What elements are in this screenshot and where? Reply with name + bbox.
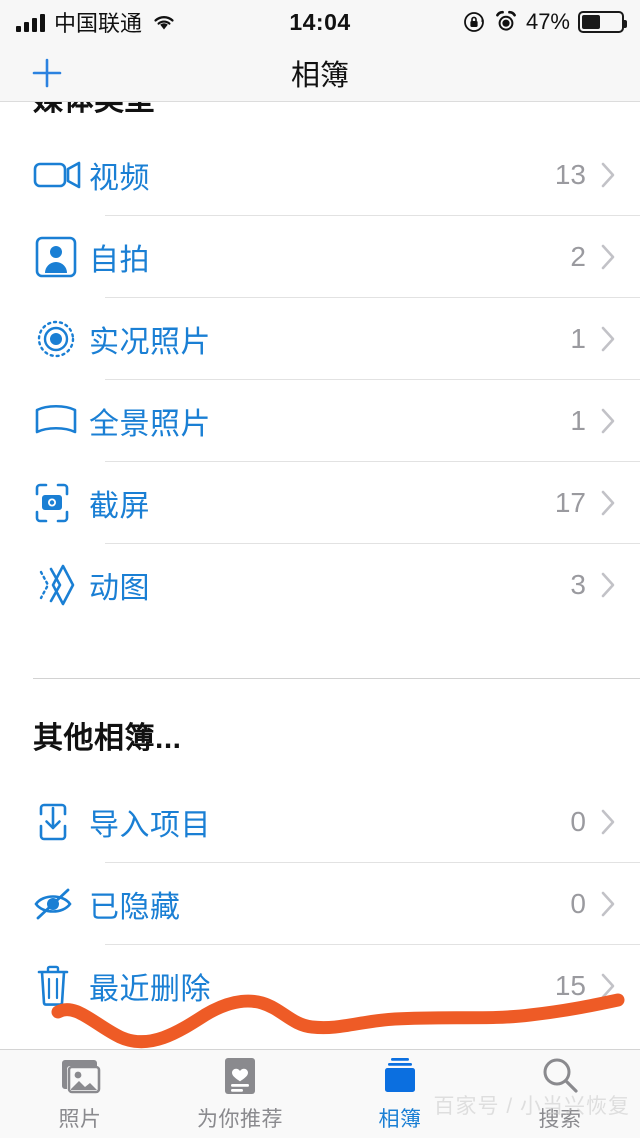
album-count: 0 — [570, 888, 586, 919]
eye-slash-icon — [33, 878, 89, 930]
tab-bar: 照片 为你推荐 相簿 搜索 百家号 / 小当兴恢复 — [0, 1049, 640, 1138]
album-label: 已隐藏 — [89, 891, 181, 924]
chevron-right-icon — [601, 809, 615, 835]
portrait-person-icon — [33, 231, 89, 283]
chevron-right-icon — [601, 244, 615, 270]
photos-stack-icon — [58, 1055, 102, 1097]
alarm-clock-icon — [496, 10, 516, 31]
album-count: 13 — [554, 159, 586, 190]
video-camera-icon — [33, 149, 89, 201]
tab-label: 为你推荐 — [197, 1108, 283, 1131]
chevron-right-icon — [601, 572, 615, 598]
tab-label: 搜索 — [538, 1108, 582, 1131]
animated-gif-icon — [33, 559, 89, 611]
section-header-other-albums: 其他相簿... — [33, 722, 182, 755]
album-row-imports[interactable]: 导入项目 0 — [0, 781, 640, 863]
tab-label: 照片 — [58, 1108, 102, 1131]
album-label: 全景照片 — [89, 408, 211, 441]
album-count: 2 — [570, 241, 586, 272]
navigation-bar: 相簿 — [0, 44, 640, 102]
album-row-selfies[interactable]: 自拍 2 — [0, 216, 640, 298]
album-label: 视频 — [89, 162, 150, 195]
album-row-videos[interactable]: 视频 13 — [0, 134, 640, 216]
album-row-live-photos[interactable]: 实况照片 1 — [0, 298, 640, 380]
section-header-media-types: 媒体类型 — [0, 102, 640, 134]
album-count: 1 — [570, 323, 586, 354]
rotation-lock-icon — [464, 12, 484, 32]
chevron-right-icon — [601, 162, 615, 188]
chevron-right-icon — [601, 326, 615, 352]
chevron-right-icon — [601, 891, 615, 917]
chevron-right-icon — [601, 973, 615, 999]
album-row-animated[interactable]: 动图 3 — [0, 544, 640, 626]
albums-list[interactable]: 媒体类型 视频 13 自拍 2 — [0, 102, 640, 1089]
live-photo-icon — [33, 313, 89, 365]
album-label: 动图 — [89, 572, 150, 605]
album-count: 17 — [554, 487, 586, 518]
album-row-recently-deleted[interactable]: 最近删除 15 — [0, 945, 640, 1027]
album-label: 导入项目 — [89, 809, 211, 842]
album-row-screenshots[interactable]: 截屏 17 — [0, 462, 640, 544]
import-tray-icon — [33, 796, 89, 848]
album-label: 自拍 — [89, 244, 150, 277]
album-label: 实况照片 — [89, 326, 211, 359]
page-title: 相簿 — [290, 59, 349, 92]
album-label: 截屏 — [89, 490, 150, 523]
tab-photos[interactable]: 照片 — [0, 1055, 160, 1133]
battery-icon — [578, 11, 627, 33]
album-count: 15 — [554, 970, 586, 1001]
tab-for-you[interactable]: 为你推荐 — [160, 1055, 320, 1133]
tab-albums[interactable]: 相簿 — [320, 1055, 480, 1133]
tab-label: 相簿 — [378, 1108, 422, 1131]
status-bar: 中国联通 14:04 47% — [0, 0, 640, 44]
magnifier-icon — [539, 1055, 581, 1097]
trash-bin-icon — [33, 960, 89, 1012]
screenshot-camera-icon — [33, 477, 89, 529]
album-row-panoramas[interactable]: 全景照片 1 — [0, 380, 640, 462]
album-count: 1 — [570, 405, 586, 436]
chevron-right-icon — [601, 408, 615, 434]
for-you-card-icon — [220, 1055, 260, 1097]
chevron-right-icon — [601, 490, 615, 516]
battery-percentage: 47% — [525, 9, 570, 34]
album-count: 3 — [570, 569, 586, 600]
album-row-hidden[interactable]: 已隐藏 0 — [0, 863, 640, 945]
status-bar-right: 47% — [462, 9, 627, 35]
panorama-icon — [33, 395, 89, 447]
tab-search[interactable]: 搜索 — [480, 1055, 640, 1133]
album-label: 最近删除 — [89, 973, 211, 1006]
albums-book-icon — [378, 1055, 422, 1097]
album-count: 0 — [570, 806, 586, 837]
